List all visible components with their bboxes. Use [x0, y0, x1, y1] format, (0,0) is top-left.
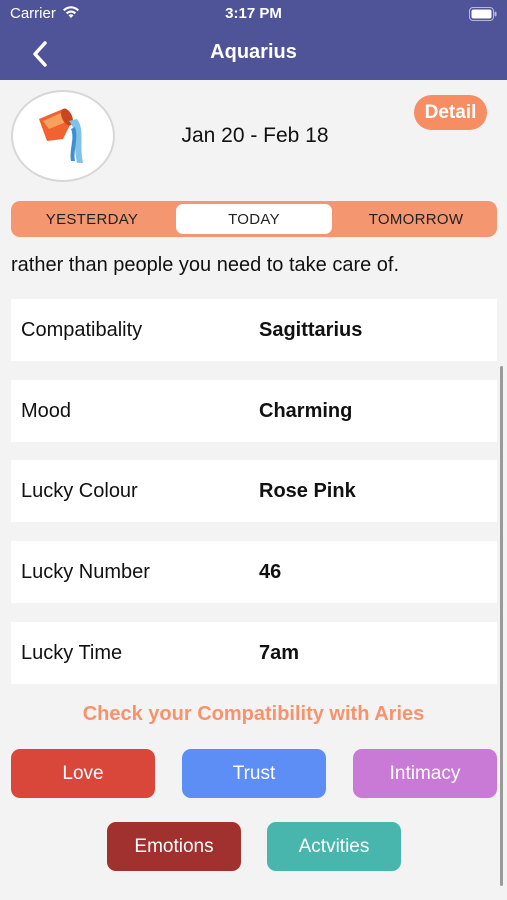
info-label: Compatibality [21, 318, 143, 341]
info-row-lucky-time: Lucky Time 7am [11, 622, 497, 684]
page-title: Aquarius [210, 41, 297, 63]
detail-button[interactable]: Detail [414, 95, 487, 130]
info-row-compatibility: Compatibality Sagittarius [11, 299, 497, 361]
status-bar: Carrier 3:17 PM [0, 0, 507, 28]
info-label: Lucky Colour [21, 479, 138, 502]
activities-button[interactable]: Actvities [267, 822, 401, 871]
info-value: Charming [259, 399, 353, 422]
info-row-lucky-colour: Lucky Colour Rose Pink [11, 460, 497, 522]
info-label: Mood [21, 399, 72, 422]
info-row-mood: Mood Charming [11, 380, 497, 442]
horoscope-text: rather than people you need to take care… [11, 254, 400, 276]
battery-icon [469, 7, 497, 21]
tab-yesterday[interactable]: YESTERDAY [11, 201, 173, 237]
info-value: Rose Pink [259, 479, 356, 502]
tab-tomorrow[interactable]: TOMORROW [335, 201, 497, 237]
emotions-button[interactable]: Emotions [107, 822, 241, 871]
day-tabs: YESTERDAY TODAY TOMORROW [11, 201, 497, 237]
info-row-lucky-number: Lucky Number 46 [11, 541, 497, 603]
love-button[interactable]: Love [11, 749, 155, 798]
nav-bar: Aquarius [0, 28, 507, 80]
info-value: 7am [259, 641, 300, 664]
info-value: Sagittarius [259, 318, 363, 341]
aquarius-water-jug-icon [39, 108, 83, 163]
clock: 3:17 PM [225, 5, 282, 22]
scrollbar[interactable] [500, 366, 503, 886]
info-label: Lucky Time [21, 641, 123, 664]
horoscope-screen: Carrier 3:17 PM Aquarius Jan 20 - Feb 18… [0, 0, 507, 900]
compatibility-heading: Check your Compatibility with Aries [82, 703, 425, 725]
sign-avatar [11, 90, 115, 182]
info-value: 46 [259, 560, 282, 583]
tab-today[interactable]: TODAY [176, 204, 332, 234]
info-label: Lucky Number [21, 560, 150, 583]
intimacy-button[interactable]: Intimacy [353, 749, 497, 798]
trust-button[interactable]: Trust [182, 749, 326, 798]
header: Carrier 3:17 PM Aquarius [0, 0, 507, 80]
date-range: Jan 20 - Feb 18 [181, 124, 329, 147]
